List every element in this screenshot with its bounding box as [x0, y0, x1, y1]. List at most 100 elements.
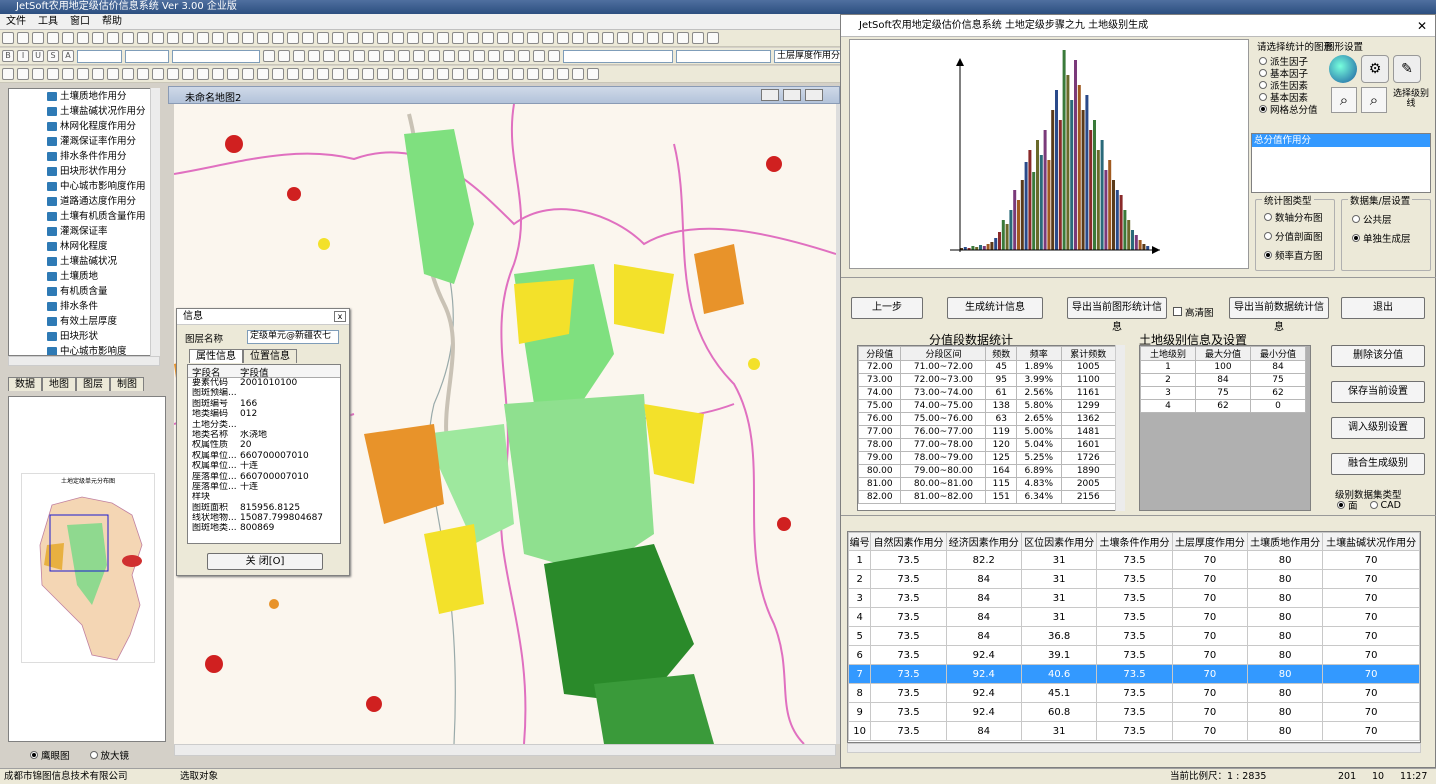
- standard-tool-40-icon[interactable]: [587, 32, 599, 44]
- draw-tool-34-icon[interactable]: [497, 68, 509, 80]
- draw-tool-38-icon[interactable]: [557, 68, 569, 80]
- standard-tool-17-icon[interactable]: [242, 32, 254, 44]
- standard-tool-7-icon[interactable]: [92, 32, 104, 44]
- bold-icon[interactable]: B: [2, 50, 14, 62]
- column-header[interactable]: 土壤质地作用分: [1246, 532, 1324, 551]
- table-row[interactable]: 81.00 80.00~81.00 115 4.83% 2005: [858, 477, 1117, 491]
- standard-tool-13-icon[interactable]: [182, 32, 194, 44]
- tool-icon[interactable]: ✎: [1393, 55, 1421, 83]
- menu-help[interactable]: 帮助: [102, 14, 122, 29]
- radio-level-dataset-0[interactable]: 面: [1337, 499, 1358, 512]
- column-header[interactable]: 区位因素作用分: [1020, 532, 1098, 551]
- score-data-grid[interactable]: 编号 自然因素作用分 经济因素作用分 区位因素作用分 土壤条件作用分 土层厚度作用分 土壤质…: [847, 531, 1421, 743]
- tab-layer[interactable]: 图层: [76, 377, 110, 391]
- standard-tool-41-icon[interactable]: [602, 32, 614, 44]
- draw-tool-29-icon[interactable]: [422, 68, 434, 80]
- format-tool-17-icon[interactable]: [503, 50, 515, 62]
- standard-tool-3-icon[interactable]: [32, 32, 44, 44]
- format-tool-7-icon[interactable]: [353, 50, 365, 62]
- tree-item[interactable]: 中心城市影响度: [9, 344, 159, 355]
- standard-tool-42-icon[interactable]: [617, 32, 629, 44]
- column-header[interactable]: 编号: [848, 532, 872, 551]
- table-row[interactable]: 80.00 79.00~80.00 164 6.89% 1890: [858, 464, 1117, 478]
- merge-generate-level-button[interactable]: 融合生成级别: [1331, 453, 1425, 475]
- table-row[interactable]: 77.00 76.00~77.00 119 5.00% 1481: [858, 425, 1117, 439]
- tree-item[interactable]: 田块形状作用分: [9, 164, 159, 179]
- tree-item[interactable]: 排水条件: [9, 299, 159, 314]
- size-dropdown[interactable]: [125, 49, 169, 63]
- table-row[interactable]: 78.00 77.00~78.00 120 5.04% 1601: [858, 438, 1117, 452]
- format-tool-12-icon[interactable]: [428, 50, 440, 62]
- attribute-row[interactable]: 线状地物... 15087.799804687: [188, 513, 340, 523]
- draw-tool-28-icon[interactable]: [407, 68, 419, 80]
- column-header[interactable]: 土地级别: [1140, 346, 1196, 361]
- table-row[interactable]: 5 73.5 84 36.8 73.5 70 80 70: [848, 626, 1420, 646]
- segment-stats-table[interactable]: 分段值 分段区间 频数 频率 累计频数 72.00 71.00~72.00 45 1.89% 10…: [857, 345, 1125, 511]
- tab-location[interactable]: 位置信息: [243, 349, 297, 363]
- radio-source-4[interactable]: 网格总分值: [1259, 103, 1318, 116]
- standard-tool-35-icon[interactable]: [512, 32, 524, 44]
- format-tool-15-icon[interactable]: [473, 50, 485, 62]
- strike-icon[interactable]: S: [47, 50, 59, 62]
- standard-tool-31-icon[interactable]: [452, 32, 464, 44]
- layer-name-field[interactable]: 定级单元@新疆农七: [247, 330, 339, 344]
- tree-item[interactable]: 林网化程度: [9, 239, 159, 254]
- attribute-row[interactable]: 样块: [188, 492, 340, 502]
- standard-tool-24-icon[interactable]: [347, 32, 359, 44]
- column-header[interactable]: 分段值: [858, 346, 902, 361]
- draw-tool-1-icon[interactable]: [2, 68, 14, 80]
- save-settings-button[interactable]: 保存当前设置: [1331, 381, 1425, 403]
- attribute-row[interactable]: 图斑预编...: [188, 388, 340, 398]
- tab-cartography[interactable]: 制图: [110, 377, 144, 391]
- layer-style-dropdown[interactable]: [563, 49, 673, 63]
- standard-tool-15-icon[interactable]: [212, 32, 224, 44]
- attribute-row[interactable]: 要素代码 2001010100: [188, 378, 340, 388]
- standard-tool-1-icon[interactable]: [2, 32, 14, 44]
- radio-dataset-0[interactable]: 公共层: [1352, 212, 1430, 226]
- standard-tool-11-icon[interactable]: [152, 32, 164, 44]
- close-button[interactable]: 关 闭[O]: [207, 553, 323, 570]
- attribute-row[interactable]: 地类编码 012: [188, 409, 340, 419]
- italic-icon[interactable]: I: [17, 50, 29, 62]
- tree-item[interactable]: 林网化程度作用分: [9, 119, 159, 134]
- minimize-icon[interactable]: [761, 89, 779, 101]
- table-row[interactable]: 9 73.5 92.4 60.8 73.5 70 80 70: [848, 702, 1420, 722]
- attribute-row[interactable]: 座落单位... 660700007010: [188, 472, 340, 482]
- radio-chart-type-1[interactable]: 分值剖面图: [1264, 229, 1334, 243]
- attribute-row[interactable]: 土地分类...: [188, 420, 340, 430]
- format-tool-1-icon[interactable]: [263, 50, 275, 62]
- standard-tool-29-icon[interactable]: [422, 32, 434, 44]
- close-icon[interactable]: x: [334, 311, 346, 322]
- standard-tool-43-icon[interactable]: [632, 32, 644, 44]
- format-tool-13-icon[interactable]: [443, 50, 455, 62]
- standard-tool-16-icon[interactable]: [227, 32, 239, 44]
- radio-eagle-eye[interactable]: 鹰眼图: [30, 748, 70, 762]
- column-header[interactable]: 自然因素作用分: [870, 532, 947, 551]
- table-row[interactable]: 73.00 72.00~73.00 95 3.99% 1100: [858, 373, 1117, 387]
- theme-dropdown[interactable]: [676, 49, 771, 63]
- tab-data[interactable]: 数据: [8, 377, 42, 391]
- draw-tool-27-icon[interactable]: [392, 68, 404, 80]
- standard-tool-44-icon[interactable]: [647, 32, 659, 44]
- level-table[interactable]: 土地级别 最大分值 最小分值 1 100 84 2 84 75 3 75 62 4 62 0: [1139, 345, 1311, 511]
- column-header[interactable]: 最大分值: [1195, 346, 1251, 361]
- draw-tool-15-icon[interactable]: [212, 68, 224, 80]
- tree-scrollbar[interactable]: [150, 88, 160, 356]
- draw-tool-16-icon[interactable]: [227, 68, 239, 80]
- delete-score-button[interactable]: 删除该分值: [1331, 345, 1425, 367]
- attribute-row[interactable]: 权属性质 20: [188, 440, 340, 450]
- tree-item[interactable]: 土壤盐碱状况: [9, 254, 159, 269]
- grid-hscroll[interactable]: [847, 743, 1421, 753]
- draw-tool-9-icon[interactable]: [122, 68, 134, 80]
- standard-tool-4-icon[interactable]: [47, 32, 59, 44]
- draw-tool-21-icon[interactable]: [302, 68, 314, 80]
- standard-tool-5-icon[interactable]: [62, 32, 74, 44]
- standard-tool-10-icon[interactable]: [137, 32, 149, 44]
- tree-item[interactable]: 中心城市影响度作用: [9, 179, 159, 194]
- draw-tool-4-icon[interactable]: [47, 68, 59, 80]
- draw-tool-12-icon[interactable]: [167, 68, 179, 80]
- zoom-in-icon[interactable]: ⌕: [1331, 87, 1357, 113]
- draw-tool-30-icon[interactable]: [437, 68, 449, 80]
- standard-tool-6-icon[interactable]: [77, 32, 89, 44]
- format-tool-5-icon[interactable]: [323, 50, 335, 62]
